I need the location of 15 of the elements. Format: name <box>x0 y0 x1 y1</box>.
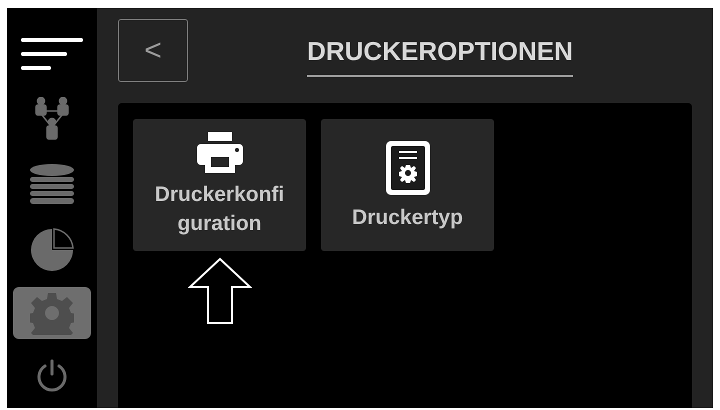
up-arrow-icon <box>188 257 252 325</box>
database-icon <box>29 164 75 206</box>
page-title: DRUCKEROPTIONEN <box>307 32 573 77</box>
printer-icon <box>196 132 242 174</box>
power-icon <box>35 358 69 392</box>
pie-chart-icon <box>29 227 75 274</box>
tile-label: Druckertyp <box>352 204 463 230</box>
tile-label: Druckerkonfi guration <box>154 182 284 237</box>
option-tile[interactable]: Druckerkonfi guration <box>133 119 306 251</box>
document-gear-icon <box>384 138 432 196</box>
settings-icon <box>30 290 74 335</box>
back-button[interactable]: < <box>118 19 188 82</box>
option-tile[interactable]: Druckertyp <box>321 119 494 251</box>
menu-icon <box>21 38 83 72</box>
people-network-icon <box>34 96 70 143</box>
